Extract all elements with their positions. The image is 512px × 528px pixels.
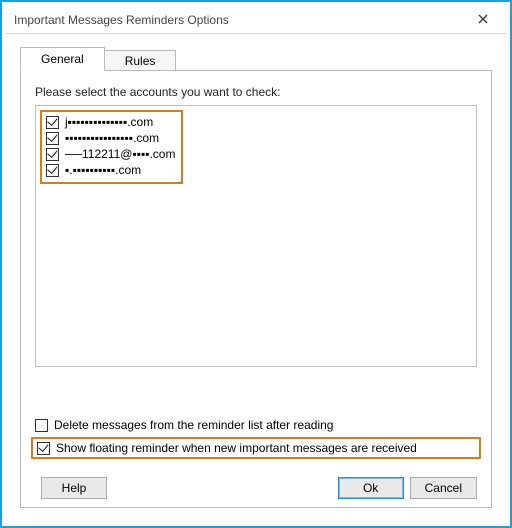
ok-button[interactable]: Ok — [338, 477, 404, 499]
help-button[interactable]: Help — [41, 477, 107, 499]
account-label: j▪▪▪▪▪▪▪▪▪▪▪▪▪▪.com — [65, 115, 153, 129]
option-label: Show floating reminder when new importan… — [56, 441, 417, 455]
titlebar: Important Messages Reminders Options — [6, 6, 506, 34]
option-delete-after-reading[interactable]: Delete messages from the reminder list a… — [35, 416, 477, 434]
account-label: ──112211@▪▪▪▪.com — [65, 147, 175, 161]
button-label: Ok — [363, 481, 378, 495]
close-button[interactable] — [466, 9, 500, 31]
tab-label: Rules — [125, 54, 156, 68]
cancel-button[interactable]: Cancel — [410, 477, 477, 499]
tab-strip: General Rules — [20, 46, 492, 70]
lower-options: Delete messages from the reminder list a… — [35, 416, 477, 459]
checkbox-icon[interactable] — [37, 442, 50, 455]
highlight-accounts: j▪▪▪▪▪▪▪▪▪▪▪▪▪▪.com ▪▪▪▪▪▪▪▪▪▪▪▪▪▪▪▪.com… — [40, 110, 183, 184]
window-title: Important Messages Reminders Options — [14, 13, 466, 27]
tab-label: General — [41, 52, 84, 66]
checkbox-icon[interactable] — [46, 148, 59, 161]
button-row: Help Ok Cancel — [35, 477, 477, 499]
tab-general[interactable]: General — [20, 47, 105, 71]
option-show-floating[interactable]: Show floating reminder when new importan… — [31, 437, 481, 459]
instruction-text: Please select the accounts you want to c… — [35, 85, 477, 99]
tab-rules[interactable]: Rules — [104, 50, 177, 72]
account-label: ▪▪▪▪▪▪▪▪▪▪▪▪▪▪▪▪.com — [65, 131, 159, 145]
list-item[interactable]: ──112211@▪▪▪▪.com — [44, 146, 177, 162]
button-label: Help — [62, 481, 87, 495]
list-item[interactable]: ▪.▪▪▪▪▪▪▪▪▪▪.com — [44, 162, 177, 178]
accounts-list[interactable]: j▪▪▪▪▪▪▪▪▪▪▪▪▪▪.com ▪▪▪▪▪▪▪▪▪▪▪▪▪▪▪▪.com… — [35, 105, 477, 367]
tabpanel-general: Please select the accounts you want to c… — [20, 70, 492, 508]
checkbox-icon[interactable] — [46, 116, 59, 129]
option-label: Delete messages from the reminder list a… — [54, 418, 333, 432]
button-label: Cancel — [425, 481, 462, 495]
list-item[interactable]: j▪▪▪▪▪▪▪▪▪▪▪▪▪▪.com — [44, 114, 177, 130]
checkbox-icon[interactable] — [46, 132, 59, 145]
account-label: ▪.▪▪▪▪▪▪▪▪▪▪.com — [65, 163, 141, 177]
list-item[interactable]: ▪▪▪▪▪▪▪▪▪▪▪▪▪▪▪▪.com — [44, 130, 177, 146]
close-icon — [478, 13, 488, 27]
checkbox-icon[interactable] — [46, 164, 59, 177]
checkbox-icon[interactable] — [35, 419, 48, 432]
dialog-content: General Rules Please select the accounts… — [6, 34, 506, 518]
